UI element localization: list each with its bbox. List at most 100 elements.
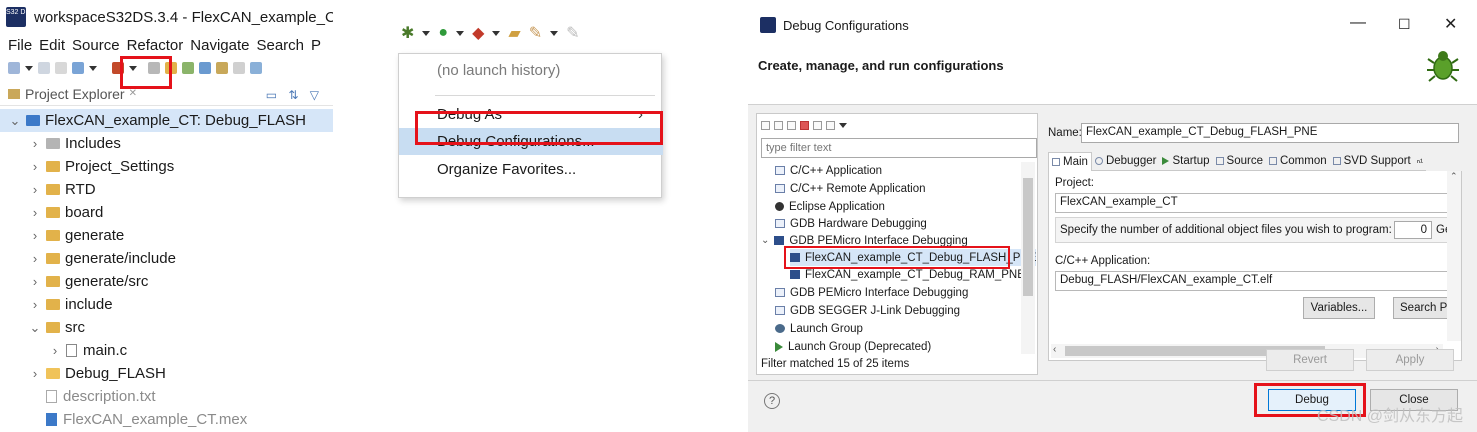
chevron-right-icon[interactable]: › — [48, 343, 62, 358]
chevron-right-icon[interactable]: › — [28, 159, 42, 174]
external-tools-dropdown-arrow[interactable] — [492, 30, 501, 36]
menu-search[interactable]: Search — [256, 37, 304, 54]
minimize-icon[interactable]: — — [1350, 14, 1366, 32]
back-icon[interactable] — [233, 62, 245, 74]
tab-debugger[interactable]: Debugger — [1091, 152, 1160, 171]
run-dropdown-arrow[interactable] — [456, 30, 465, 36]
open-type-icon[interactable] — [182, 62, 194, 74]
chevron-down-icon[interactable]: ⌄ — [8, 113, 22, 129]
view-icon[interactable] — [250, 62, 262, 74]
view-close-icon[interactable]: ✕ — [129, 88, 137, 99]
project-input[interactable]: FlexCAN_example_CT — [1055, 193, 1449, 213]
tree-item-generate-include[interactable]: › generate/include — [28, 247, 176, 270]
config-list-scrollbar[interactable] — [1021, 162, 1035, 354]
config-item-cpp-application[interactable]: C/C++ Application — [775, 162, 882, 179]
tab-source[interactable]: Source — [1212, 152, 1266, 171]
menu-navigate[interactable]: Navigate — [190, 37, 249, 54]
search-project-button[interactable]: Search P — [1393, 297, 1449, 319]
tree-item-rtd[interactable]: › RTD — [28, 178, 96, 201]
tree-item-board[interactable]: › board — [28, 201, 104, 224]
chevron-up-icon[interactable]: ⌃ — [1450, 171, 1458, 182]
chevron-right-icon[interactable]: › — [28, 274, 42, 289]
variables-button[interactable]: Variables... — [1303, 297, 1375, 319]
menu-refactor[interactable]: Refactor — [127, 37, 184, 54]
filter-input[interactable] — [761, 138, 1037, 158]
chevron-right-icon[interactable]: › — [28, 251, 42, 266]
scrollbar-thumb[interactable] — [1023, 178, 1033, 296]
tree-item-description[interactable]: description.txt — [46, 385, 156, 408]
close-icon[interactable]: ✕ — [1444, 14, 1457, 34]
tab-overflow-button[interactable]: ⁿ¹ — [1413, 154, 1427, 171]
annotation-icon[interactable] — [216, 62, 228, 74]
project-explorer-title[interactable]: Project Explorer — [25, 86, 125, 102]
export-config-icon[interactable] — [787, 120, 796, 130]
config-name-input[interactable]: FlexCAN_example_CT_Debug_FLASH_PNE — [1081, 123, 1459, 143]
object-files-count-input[interactable]: 0 — [1394, 221, 1432, 239]
view-actions-icon[interactable]: ▭ ⇅ ▽ — [266, 88, 323, 102]
config-item-gdb-hardware[interactable]: GDB Hardware Debugging — [775, 215, 927, 232]
menu-item-organize-favorites[interactable]: Organize Favorites... — [399, 156, 663, 183]
maximize-icon[interactable]: ☐ — [1398, 16, 1411, 33]
tree-item-generate[interactable]: › generate — [28, 224, 124, 247]
save-all-icon[interactable] — [55, 62, 67, 74]
revert-button[interactable]: Revert — [1266, 349, 1354, 371]
chevron-right-icon[interactable]: › — [28, 297, 42, 312]
new-dropdown-arrow[interactable] — [25, 65, 33, 71]
tree-item-debug-flash[interactable]: › Debug_FLASH — [28, 362, 166, 385]
new-icon[interactable] — [8, 62, 20, 74]
chevron-left-icon[interactable]: ‹ — [1053, 344, 1056, 355]
tab-panel-vertical-scrollbar[interactable]: ⌃ — [1447, 171, 1461, 341]
chevron-right-icon[interactable]: › — [28, 228, 42, 243]
chevron-down-icon[interactable]: ⌄ — [28, 320, 42, 336]
tree-item-generate-src[interactable]: › generate/src — [28, 270, 149, 293]
chevron-down-icon[interactable]: ⌄ — [761, 235, 769, 246]
config-item-launch-group[interactable]: Launch Group — [775, 320, 863, 337]
bug-icon[interactable]: ✱ — [401, 23, 414, 43]
new-config-icon[interactable] — [761, 120, 770, 130]
apply-button[interactable]: Apply — [1366, 349, 1454, 371]
save-icon[interactable] — [38, 62, 50, 74]
chevron-right-icon[interactable]: › — [28, 366, 42, 381]
chevron-right-icon[interactable]: › — [28, 136, 42, 151]
build-icon[interactable] — [72, 62, 84, 74]
tree-root-project[interactable]: ⌄ FlexCAN_example_CT: Debug_FLASH — [0, 109, 333, 132]
search-icon[interactable] — [199, 62, 211, 74]
delete-config-icon[interactable] — [800, 120, 809, 130]
filter-icon[interactable] — [826, 120, 835, 130]
pencil-dropdown-arrow[interactable] — [550, 30, 559, 36]
tab-common[interactable]: Common — [1265, 152, 1330, 171]
menu-source[interactable]: Source — [72, 37, 120, 54]
tab-main[interactable]: Main — [1048, 152, 1092, 171]
config-item-launch-group-deprecated[interactable]: Launch Group (Deprecated) — [775, 338, 931, 355]
cpp-application-input[interactable]: Debug_FLASH/FlexCAN_example_CT.elf — [1055, 271, 1449, 291]
menu-file[interactable]: File — [8, 37, 32, 54]
build-dropdown-arrow[interactable] — [89, 65, 97, 71]
config-item-gdb-segger[interactable]: GDB SEGGER J-Link Debugging — [775, 302, 960, 319]
config-item-eclipse-application[interactable]: Eclipse Application — [775, 198, 885, 215]
tree-item-src[interactable]: ⌄ src — [28, 316, 85, 339]
tab-startup[interactable]: Startup — [1159, 152, 1213, 171]
menu-project-cut[interactable]: P — [311, 37, 321, 54]
collapse-all-icon[interactable] — [813, 120, 822, 130]
chevron-right-icon[interactable]: › — [28, 182, 42, 197]
run-icon[interactable]: ● — [438, 24, 448, 42]
config-item-gdb-pemicro[interactable]: GDB PEMicro Interface Debugging — [775, 284, 968, 301]
config-item-cpp-remote-application[interactable]: C/C++ Remote Application — [775, 180, 926, 197]
tree-item-project-settings[interactable]: › Project_Settings — [28, 155, 174, 178]
chevron-right-icon[interactable]: › — [28, 205, 42, 220]
pencil-icon[interactable]: ✎ — [529, 23, 542, 43]
common-tab-icon — [1268, 157, 1277, 165]
tree-item-include[interactable]: › include — [28, 293, 113, 316]
tree-item-main-c[interactable]: › main.c — [48, 339, 127, 362]
tree-item-includes[interactable]: › Includes — [28, 132, 121, 155]
tree-item-mex[interactable]: FlexCAN_example_CT.mex — [46, 408, 247, 431]
menu-edit[interactable]: Edit — [39, 37, 65, 54]
open-folder-icon[interactable]: ▰ — [508, 23, 520, 43]
tab-svd-support[interactable]: SVD Support — [1329, 152, 1414, 171]
duplicate-config-icon[interactable] — [774, 120, 783, 130]
filter-dropdown-arrow[interactable] — [839, 122, 847, 128]
brush-icon[interactable]: ✎ — [566, 23, 579, 43]
help-icon[interactable]: ? — [764, 393, 780, 409]
external-tools-icon[interactable]: ◆ — [472, 23, 484, 43]
debug-dropdown-arrow[interactable] — [422, 30, 431, 36]
